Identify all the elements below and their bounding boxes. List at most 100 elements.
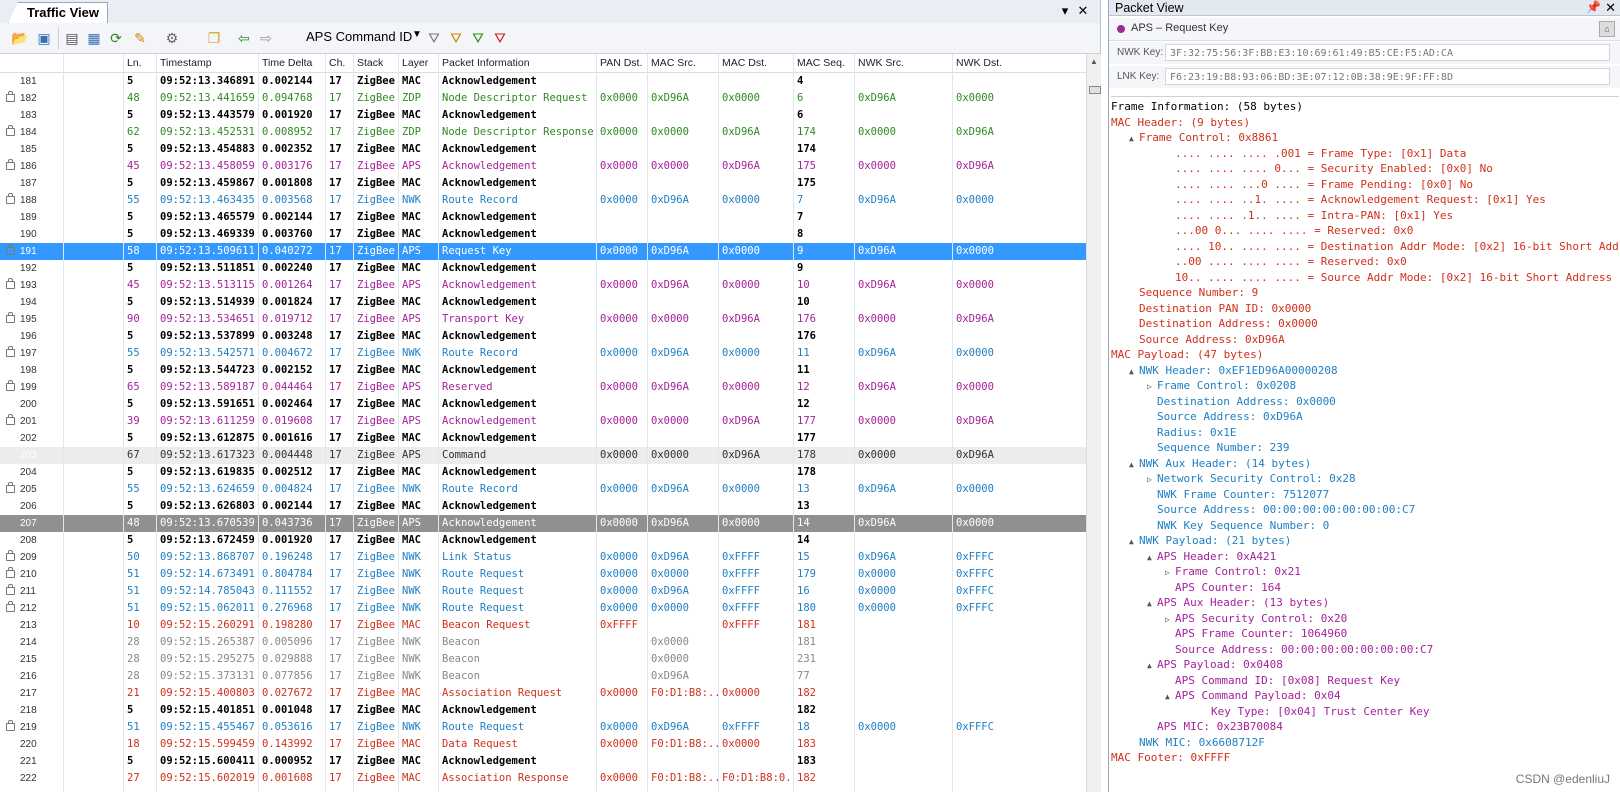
table-row[interactable]: 218 5 09:52:15.401851 0.001048 17 ZigBee MAC Ac… [0,702,1086,719]
table-row[interactable]: 206 5 09:52:13.626803 0.002144 17 ZigBee MAC Ac… [0,498,1086,515]
table-row[interactable]: 217 21 09:52:15.400803 0.027672 17 ZigBee MAC A… [0,685,1086,702]
table-row[interactable]: 185 5 09:52:13.454883 0.002352 17 ZigBee MAC Ac… [0,141,1086,158]
tree-node[interactable]: ▷ Frame Control: 0x21 [1165,564,1301,580]
tree-node[interactable]: ..00 .... .... .... = Reserved: 0x0 [1165,254,1407,270]
table-row[interactable]: 219 51 09:52:15.455467 0.053616 17 ZigBee NWK R… [0,719,1086,736]
tree-node[interactable]: ▲ APS Command Payload: 0x04 [1165,688,1341,704]
tree-node[interactable]: MAC Footer: 0xFFFF [1111,750,1230,766]
lock-icon[interactable]: ⌂ [1599,21,1615,37]
table-row[interactable]: 183 5 09:52:13.443579 0.001920 17 ZigBee MAC Ac… [0,107,1086,124]
collapse-icon[interactable]: ▲ [1129,131,1139,147]
table-row[interactable]: 211 51 09:52:14.785043 0.111552 17 ZigBee NWK R… [0,583,1086,600]
col-pan-dst-header[interactable]: PAN Dst. [600,57,642,69]
tree-node[interactable]: Source Address: 00:00:00:00:00:00:00:C7 [1165,642,1433,658]
tree-node[interactable]: .... .... ...0 .... = Frame Pending: [0x… [1165,177,1473,193]
dropdown-icon[interactable]: ▾ [1056,3,1074,19]
save-icon[interactable]: ▣ [34,28,54,48]
tree-node[interactable]: NWK Frame Counter: 7512077 [1147,487,1329,503]
table-row[interactable]: 199 65 09:52:13.589187 0.044464 17 ZigBee APS R… [0,379,1086,396]
collapse-icon[interactable]: ▲ [1165,689,1175,705]
tree-node[interactable]: APS Counter: 164 [1165,580,1281,596]
col-nwk-dst-header[interactable]: NWK Dst. [956,57,1002,69]
tree-node[interactable]: Source Address: 0xD96A [1147,409,1303,425]
col-nwk-src-header[interactable]: NWK Src. [858,57,904,69]
copy-icon[interactable]: ❐ [204,28,224,48]
collapse-icon[interactable]: ▲ [1129,457,1139,473]
filter-clear-icon[interactable]: ⛛ [490,28,510,48]
table-row[interactable]: 197 55 09:52:13.542571 0.004672 17 ZigBee NWK R… [0,345,1086,362]
tree-node[interactable]: APS MIC: 0x23B70084 [1147,719,1283,735]
nwk-key-field[interactable]: 3F:32:75:56:3F:BB:E3:10:69:61:49:B5:CE:F… [1165,44,1610,61]
pin-icon[interactable]: 📌 [1586,0,1601,14]
col-layer-header[interactable]: Layer [402,57,428,69]
table-row[interactable]: 191 58 09:52:13.509611 0.040272 17 ZigBee APS R… [0,243,1086,260]
tree-node[interactable]: Destination PAN ID: 0x0000 [1129,301,1311,317]
vertical-scrollbar[interactable]: ▲ [1086,54,1101,792]
refresh-icon[interactable]: ⟳ [106,28,126,48]
col-mac-dst-header[interactable]: MAC Dst. [722,57,767,69]
collapse-icon[interactable]: ▲ [1147,550,1157,566]
table-row[interactable]: 192 5 09:52:13.511851 0.002240 17 ZigBee MAC Ac… [0,260,1086,277]
tree-node[interactable]: APS Command ID: [0x08] Request Key [1165,673,1400,689]
tree-node[interactable]: APS Frame Counter: 1064960 [1165,626,1347,642]
table-row[interactable]: 184 62 09:52:13.452531 0.008952 17 ZigBee ZDP N… [0,124,1086,141]
table-row[interactable]: 181 5 09:52:13.346891 0.002144 17 ZigBee MAC Ac… [0,73,1086,90]
go-forward-icon[interactable]: ⇨ [256,28,276,48]
table-row[interactable]: 205 55 09:52:13.624659 0.004824 17 ZigBee NWK R… [0,481,1086,498]
settings-gear-icon[interactable]: ⚙ [162,28,182,48]
col-mac-seq-header[interactable]: MAC Seq. [797,57,845,69]
table-row[interactable]: 220 18 09:52:15.599459 0.143992 17 ZigBee MAC D… [0,736,1086,753]
col-timestamp-header[interactable]: Timestamp [160,57,212,69]
table-row[interactable]: 212 51 09:52:15.062011 0.276968 17 ZigBee NWK R… [0,600,1086,617]
tree-node[interactable]: .... .... ..1. .... = Acknowledgement Re… [1165,192,1546,208]
tree-node[interactable]: MAC Payload: (47 bytes) [1111,347,1263,363]
open-folder-icon[interactable]: 📂 [10,28,30,48]
table-row[interactable]: 196 5 09:52:13.537899 0.003248 17 ZigBee MAC Ac… [0,328,1086,345]
tree-node[interactable]: Source Address: 00:00:00:00:00:00:00:C7 [1147,502,1415,518]
table-row[interactable]: 214 28 09:52:15.265387 0.005096 17 ZigBee NWK B… [0,634,1086,651]
col-ln-header[interactable]: Ln. [127,57,142,69]
scroll-up-icon[interactable]: ▲ [1090,57,1098,66]
col-stack-header[interactable]: Stack [357,57,383,69]
columns-icon[interactable]: ▤ [62,28,82,48]
lnk-key-field[interactable]: F6:23:19:B8:93:06:BD:3E:07:12:0B:38:9E:9… [1165,68,1610,85]
table-row[interactable]: 182 48 09:52:13.441659 0.094768 17 ZigBee ZDP N… [0,90,1086,107]
tree-node[interactable]: ▲ NWK Header: 0xEF1ED96A00000208 [1129,363,1338,379]
tree-node[interactable]: Destination Address: 0x0000 [1147,394,1336,410]
tree-node[interactable]: ▷ Network Security Control: 0x28 [1147,471,1356,487]
tree-node[interactable]: .... .... .... 0... = Security Enabled: … [1165,161,1493,177]
tree-node[interactable]: .... 10.. .... .... = Destination Addr M… [1165,239,1619,255]
table-row[interactable]: 215 28 09:52:15.295275 0.029888 17 ZigBee NWK B… [0,651,1086,668]
filter-add-icon[interactable]: ⛛ [446,28,466,48]
tree-node[interactable]: ▲ APS Header: 0xA421 [1147,549,1276,565]
table-row[interactable]: 207 48 09:52:13.670539 0.043736 17 ZigBee APS A… [0,515,1086,532]
col-channel-header[interactable]: Ch. [329,57,345,69]
col-packet-info-header[interactable]: Packet Information [442,57,530,69]
filter-apply-icon[interactable]: ⛛ [468,28,488,48]
tree-node[interactable]: ▲ Frame Control: 0x8861 [1129,130,1278,146]
col-mac-src-header[interactable]: MAC Src. [651,57,696,69]
collapse-icon[interactable]: ▲ [1129,534,1139,550]
tree-node[interactable]: Sequence Number: 239 [1147,440,1289,456]
tree-node[interactable]: NWK MIC: 0x6608712F [1129,735,1265,751]
table-row[interactable]: 203 67 09:52:13.617323 0.004448 17 ZigBee APS C… [0,447,1086,464]
tree-node[interactable]: MAC Header: (9 bytes) [1111,115,1250,131]
tree-node[interactable]: ▷ APS Security Control: 0x20 [1165,611,1347,627]
table-row[interactable]: 187 5 09:52:13.459867 0.001808 17 ZigBee MAC Ac… [0,175,1086,192]
table-row[interactable]: 209 50 09:52:13.868707 0.196248 17 ZigBee NWK L… [0,549,1086,566]
tab-traffic-view[interactable]: Traffic View [8,2,109,24]
collapse-icon[interactable]: ▲ [1147,658,1157,674]
tree-node[interactable]: 10.. .... .... .... = Source Addr Mode: … [1165,270,1612,286]
table-row[interactable]: 194 5 09:52:13.514939 0.001824 17 ZigBee MAC Ac… [0,294,1086,311]
tree-node[interactable]: ▷ Frame Control: 0x0208 [1147,378,1296,394]
tree-node[interactable]: Sequence Number: 9 [1129,285,1258,301]
collapse-icon[interactable]: ▲ [1129,364,1139,380]
table-row[interactable]: 201 39 09:52:13.611259 0.019608 17 ZigBee APS A… [0,413,1086,430]
table-row[interactable]: 216 28 09:52:15.373131 0.077856 17 ZigBee NWK B… [0,668,1086,685]
table-row[interactable]: 189 5 09:52:13.465579 0.002144 17 ZigBee MAC Ac… [0,209,1086,226]
collapse-icon[interactable]: ▲ [1147,596,1157,612]
table-row[interactable]: 210 51 09:52:14.673491 0.804784 17 ZigBee NWK R… [0,566,1086,583]
tree-node[interactable]: ...00 0... .... .... = Reserved: 0x0 [1165,223,1413,239]
chevron-down-icon[interactable]: ▼ [412,29,422,40]
tree-node[interactable]: Frame Information: (58 bytes) [1111,99,1303,115]
